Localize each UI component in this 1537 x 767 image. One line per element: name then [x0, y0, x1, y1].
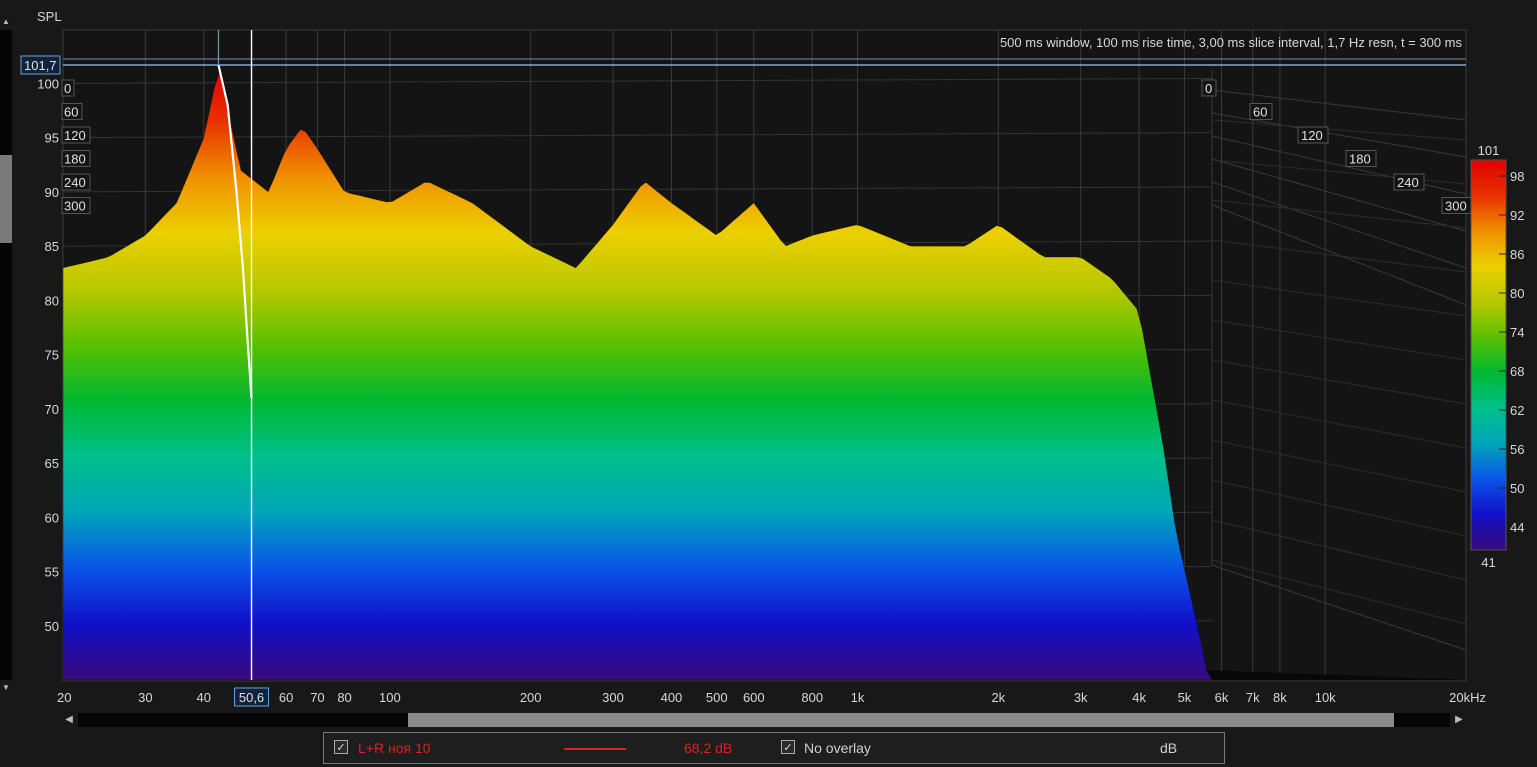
measurement-value: 68,2 dB — [684, 740, 733, 756]
time-tick-label-right: 60 — [1253, 105, 1267, 120]
color-scale-tick: 80 — [1510, 286, 1524, 301]
time-tick-label-right: 120 — [1301, 128, 1323, 143]
triangle-up-icon[interactable]: ▲ — [0, 16, 12, 28]
y-tick-label: 70 — [45, 402, 59, 417]
x-tick-label: 100 — [379, 690, 401, 705]
x-tick-label: 20 — [57, 690, 71, 705]
color-scale-tick: 44 — [1510, 520, 1524, 535]
horizontal-scroll-thumb[interactable] — [408, 713, 1394, 727]
y-axis-title: SPL — [37, 9, 62, 24]
y-tick-label: 90 — [45, 185, 59, 200]
x-tick-label: 1k — [851, 690, 865, 705]
triangle-down-icon[interactable]: ▼ — [0, 682, 12, 694]
overlay-label[interactable]: No overlay — [804, 740, 871, 756]
x-tick-label: 2k — [991, 690, 1005, 705]
x-tick-label: 10k — [1315, 690, 1336, 705]
x-tick-label: 70 — [310, 690, 324, 705]
checkmark-icon[interactable]: ✓ — [334, 740, 348, 754]
x-tick-label: 400 — [661, 690, 683, 705]
time-tick-label-left: 0 — [64, 81, 71, 96]
y-tick-label: 75 — [45, 348, 59, 363]
y-tick-label: 60 — [45, 510, 59, 525]
x-tick-label: 60 — [279, 690, 293, 705]
scroll-track[interactable] — [78, 713, 1450, 727]
triangle-left-icon[interactable]: ◀ — [62, 711, 76, 729]
y-tick-label: 85 — [45, 239, 59, 254]
x-tick-label: 80 — [337, 690, 351, 705]
info-text: 500 ms window, 100 ms rise time, 3,00 ms… — [1000, 35, 1463, 50]
x-tick-label: 800 — [801, 690, 823, 705]
color-scale-tick: 62 — [1510, 403, 1524, 418]
color-scale-tick: 56 — [1510, 442, 1524, 457]
x-tick-label: 7k — [1246, 690, 1260, 705]
color-scale-tick: 50 — [1510, 481, 1524, 496]
x-tick-label: 6k — [1215, 690, 1229, 705]
vertical-scrollbar[interactable]: ▲ ▼ — [0, 17, 12, 692]
triangle-right-icon[interactable]: ▶ — [1452, 711, 1466, 729]
time-tick-label-right: 0 — [1205, 81, 1212, 96]
time-tick-label-right: 300 — [1445, 199, 1467, 214]
time-tick-label-left: 240 — [64, 175, 86, 190]
x-tick-label: 20kHz — [1449, 690, 1486, 705]
y-tick-label: 50 — [45, 619, 59, 634]
x-tick-label: 4k — [1132, 690, 1146, 705]
y-tick-label: 55 — [45, 565, 59, 580]
checkmark-icon[interactable]: ✓ — [781, 740, 795, 754]
color-scale-tick: 98 — [1510, 169, 1524, 184]
color-scale-max: 101 — [1478, 143, 1500, 158]
time-tick-label-left: 60 — [64, 105, 78, 120]
color-scale-min: 41 — [1481, 555, 1495, 570]
color-scale-bar — [1470, 159, 1507, 551]
color-scale-tick: 68 — [1510, 364, 1524, 379]
cursor-y-readout: 101,7 — [24, 58, 57, 73]
measurement-legend-bar: ✓ L+R ноя 10 68,2 dB ✓ No overlay dB — [323, 732, 1225, 764]
time-tick-label-left: 300 — [64, 199, 86, 214]
x-tick-label: 300 — [602, 690, 624, 705]
time-tick-label-left: 120 — [64, 128, 86, 143]
time-tick-label-left: 180 — [64, 152, 86, 167]
x-tick-label: 600 — [743, 690, 765, 705]
time-tick-label-right: 240 — [1397, 175, 1419, 190]
color-scale-tick: 86 — [1510, 247, 1524, 262]
y-tick-label: 80 — [45, 293, 59, 308]
color-scale-tick: 74 — [1510, 325, 1524, 340]
measurement-line-swatch — [564, 748, 626, 750]
x-tick-label: 40 — [197, 690, 211, 705]
measurement-name[interactable]: L+R ноя 10 — [358, 740, 431, 756]
vertical-scroll-thumb[interactable] — [0, 155, 12, 243]
horizontal-scrollbar[interactable]: ◀ ▶ — [62, 711, 1466, 729]
x-tick-label: 8k — [1273, 690, 1287, 705]
x-tick-label: 30 — [138, 690, 152, 705]
time-tick-label-right: 180 — [1349, 152, 1371, 167]
y-tick-label: 100 — [37, 76, 59, 91]
x-tick-label: 5k — [1178, 690, 1192, 705]
waterfall-plot[interactable]: SPL 500 ms window, 100 ms rise time, 3,0… — [0, 0, 1537, 712]
x-tick-label: 3k — [1074, 690, 1088, 705]
unit-label: dB — [1160, 740, 1178, 756]
x-tick-label: 500 — [706, 690, 728, 705]
y-tick-label: 65 — [45, 456, 59, 471]
cursor-x-readout: 50,6 — [239, 690, 264, 705]
x-tick-label: 200 — [520, 690, 542, 705]
y-tick-label: 95 — [45, 131, 59, 146]
color-scale-tick: 92 — [1510, 208, 1524, 223]
